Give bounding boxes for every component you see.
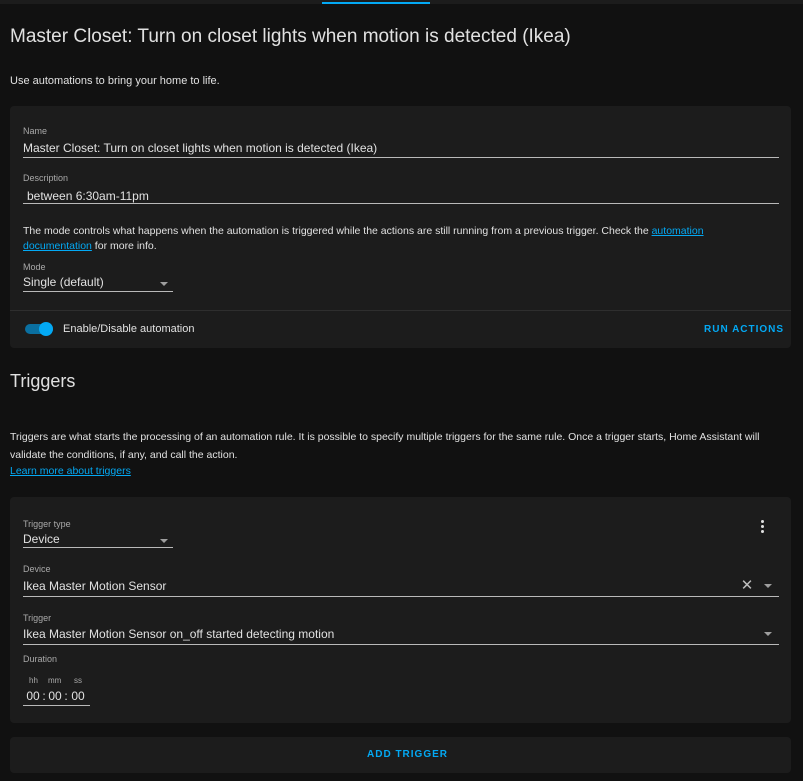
- mode-select-label: Mode: [23, 262, 46, 272]
- mode-select-underline: [23, 291, 173, 292]
- chevron-down-icon[interactable]: [160, 539, 168, 543]
- trigger-card: Trigger type Device Device Ikea Master M…: [10, 497, 791, 723]
- duration-seconds-input[interactable]: 00: [70, 689, 86, 703]
- run-actions-button[interactable]: RUN ACTIONS: [704, 324, 784, 335]
- duration-hours-input[interactable]: 00: [25, 689, 41, 703]
- enable-automation-toggle[interactable]: [25, 322, 53, 336]
- device-field-label: Device: [23, 564, 51, 574]
- trigger-field-underline: [23, 644, 779, 645]
- device-field-underline: [23, 596, 779, 597]
- trigger-select[interactable]: Ikea Master Motion Sensor on_off started…: [23, 627, 334, 641]
- device-select[interactable]: Ikea Master Motion Sensor: [23, 579, 166, 593]
- trigger-type-select[interactable]: Device: [23, 532, 60, 546]
- mode-select[interactable]: Single (default): [23, 275, 104, 289]
- name-field-label: Name: [23, 126, 48, 136]
- duration-underline: [23, 705, 90, 706]
- automation-settings-card: Name Master Closet: Turn on closet light…: [10, 106, 791, 348]
- close-icon[interactable]: ✕: [740, 578, 754, 593]
- page-title: Master Closet: Turn on closet lights whe…: [10, 26, 571, 47]
- chevron-down-icon[interactable]: [764, 584, 772, 588]
- description-field[interactable]: between 6:30am-11pm: [27, 189, 149, 203]
- top-tab-bar: [0, 0, 803, 4]
- duration-seconds-unit: ss: [74, 676, 82, 685]
- more-vertical-icon[interactable]: [756, 519, 768, 535]
- trigger-field-label: Trigger: [23, 613, 52, 623]
- active-tab-indicator: [322, 2, 430, 4]
- duration-hours-unit: hh: [29, 676, 38, 685]
- card-divider: [10, 310, 791, 311]
- description-field-label: Description: [23, 173, 69, 183]
- description-field-underline: [23, 203, 779, 204]
- intro-text: Use automations to bring your home to li…: [10, 75, 220, 87]
- chevron-down-icon[interactable]: [160, 282, 168, 286]
- mode-help-text-start: The mode controls what happens when the …: [23, 225, 652, 237]
- duration-minutes-unit: mm: [48, 676, 62, 685]
- mode-help-text: The mode controls what happens when the …: [23, 224, 723, 254]
- mode-help-text-end: for more info.: [91, 240, 157, 252]
- triggers-description: Triggers are what starts the processing …: [10, 431, 760, 461]
- learn-more-triggers-link[interactable]: Learn more about triggers: [10, 465, 131, 477]
- add-trigger-button[interactable]: ADD TRIGGER: [367, 749, 448, 760]
- duration-separator: :: [64, 689, 68, 703]
- toggle-label: Enable/Disable automation: [63, 323, 195, 335]
- triggers-title: Triggers: [10, 371, 76, 391]
- chevron-down-icon[interactable]: [764, 632, 772, 636]
- trigger-type-underline: [23, 547, 173, 548]
- add-trigger-card: ADD TRIGGER: [10, 737, 791, 773]
- toggle-knob: [39, 322, 53, 336]
- duration-minutes-input[interactable]: 00: [47, 689, 63, 703]
- name-field-underline: [23, 157, 779, 158]
- trigger-type-label: Trigger type: [23, 519, 71, 529]
- duration-label: Duration: [23, 654, 58, 664]
- name-field[interactable]: Master Closet: Turn on closet lights whe…: [23, 141, 377, 155]
